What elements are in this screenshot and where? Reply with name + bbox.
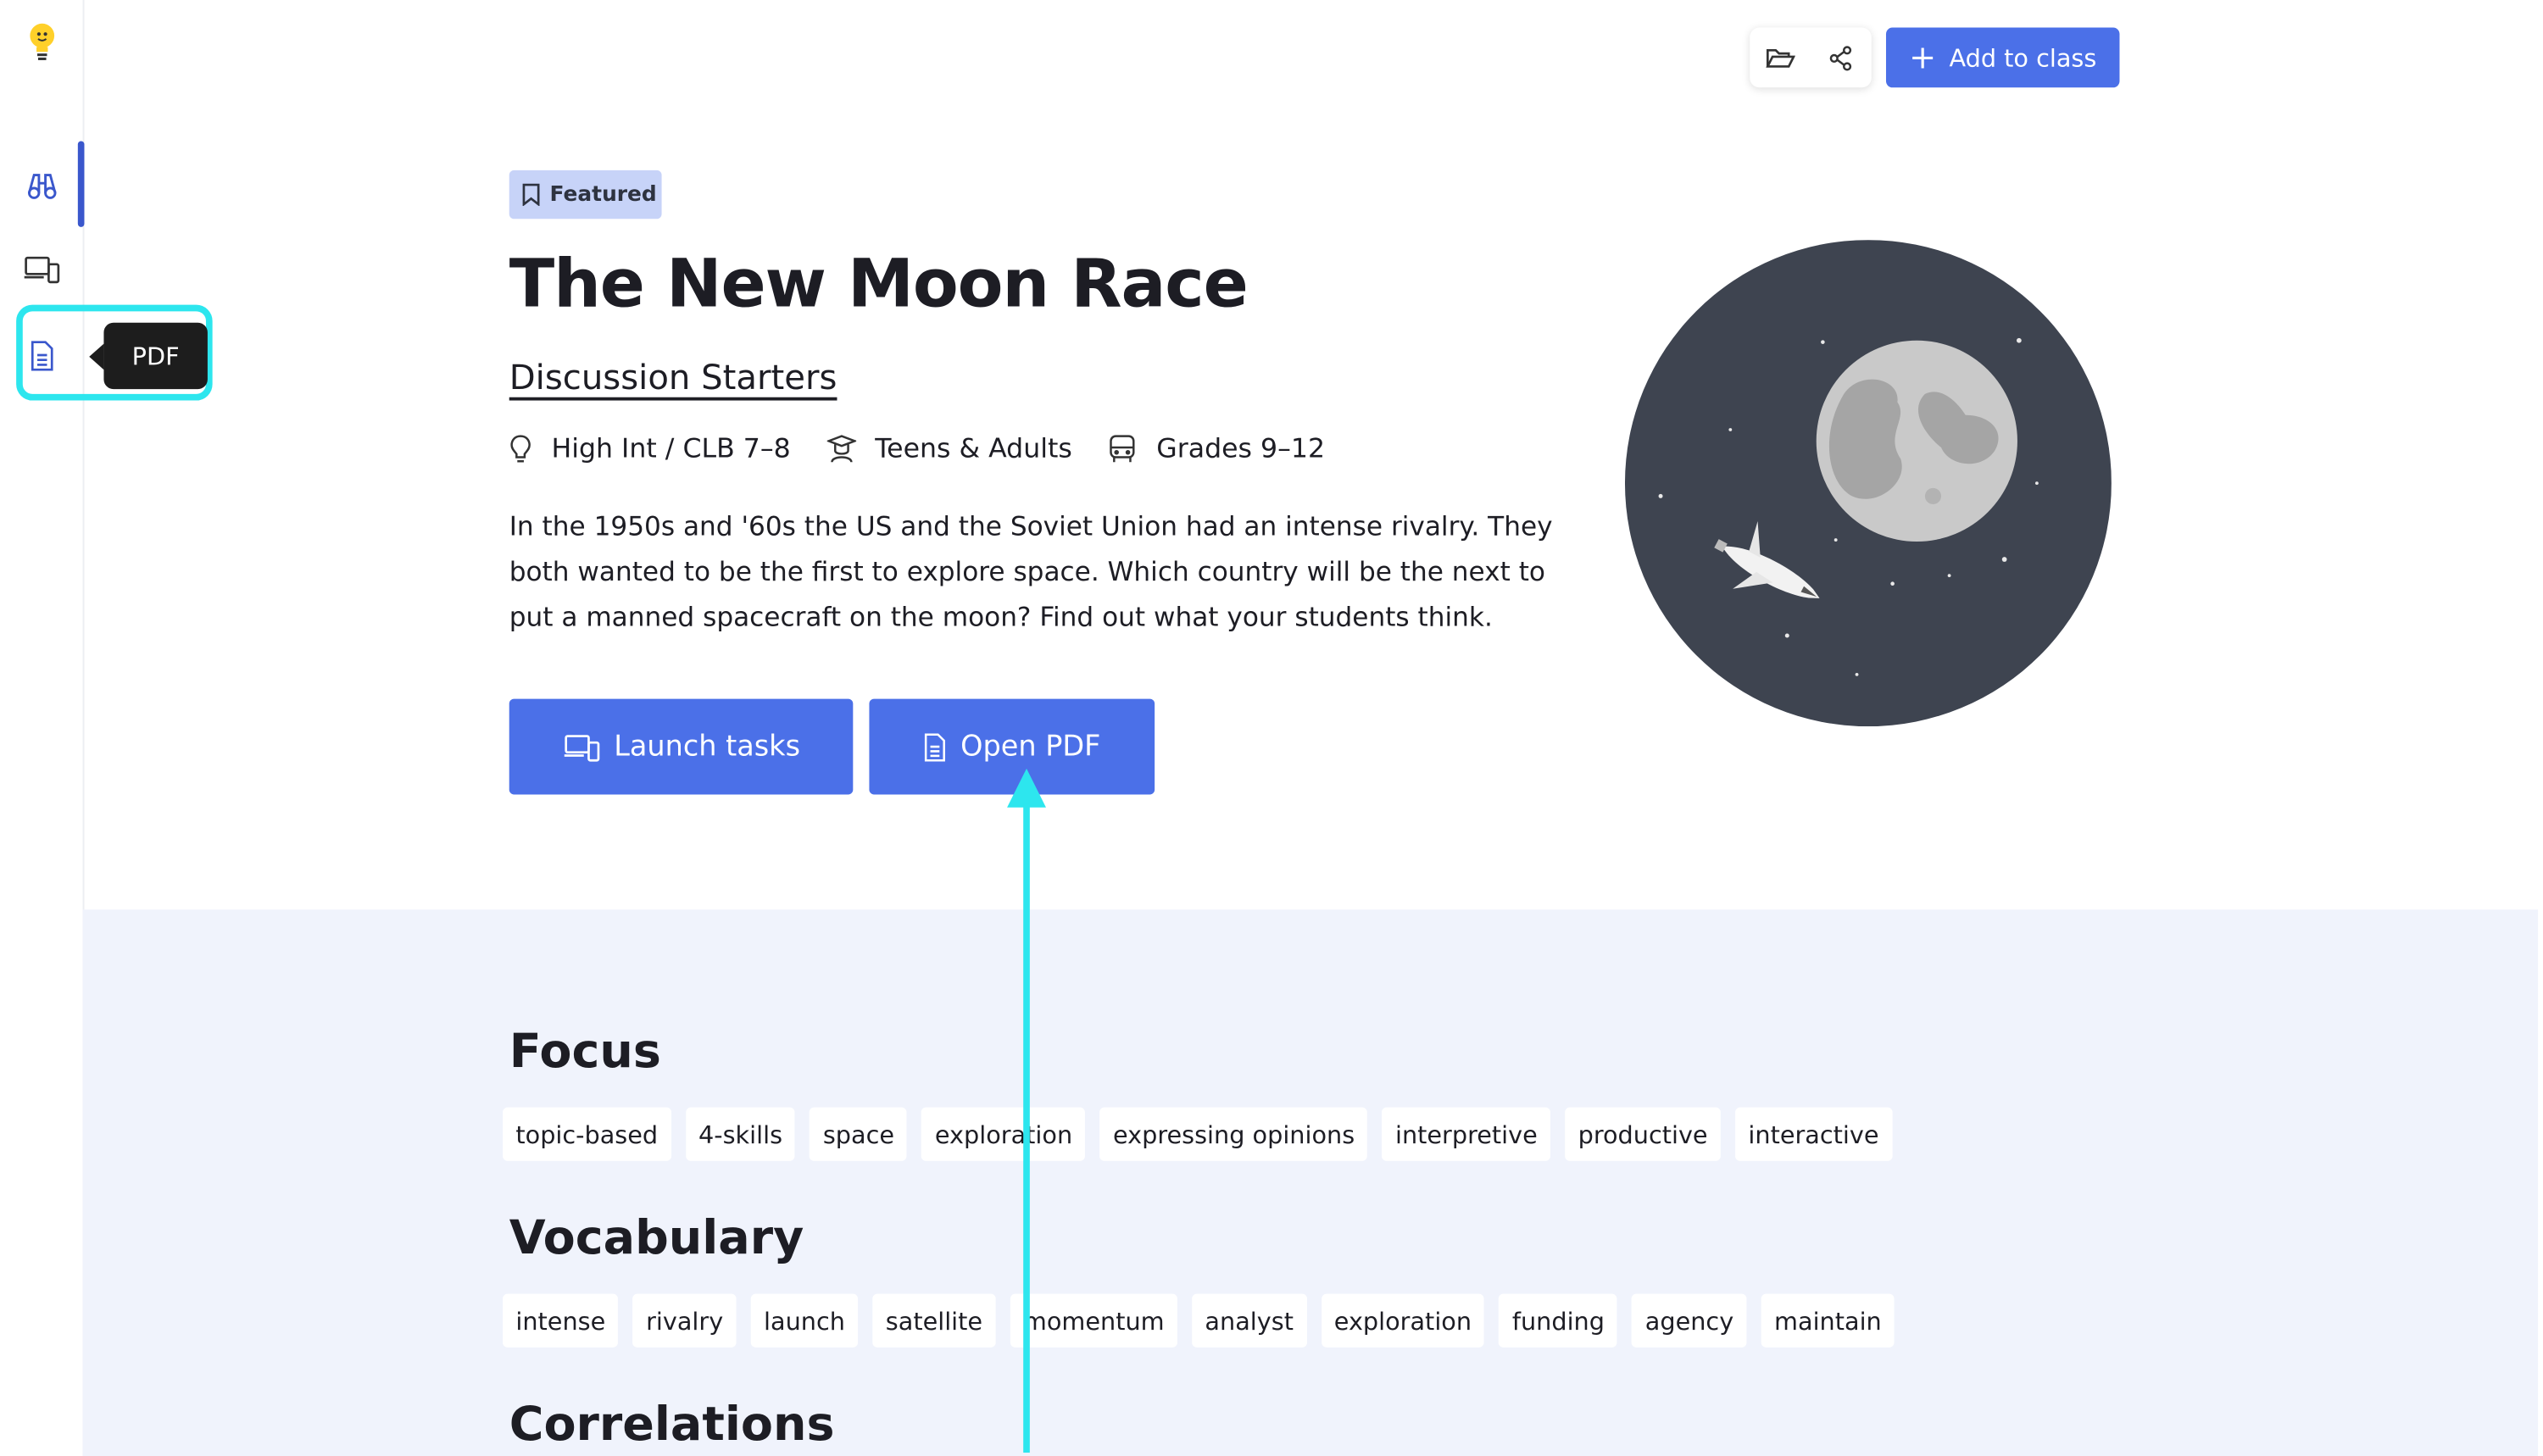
share-button[interactable] [1810, 28, 1870, 88]
binoculars-icon [27, 174, 56, 199]
devices-icon [23, 256, 59, 284]
vocabulary-tag[interactable]: rivalry [632, 1293, 737, 1348]
focus-tag[interactable]: expressing opinions [1099, 1107, 1368, 1161]
vocabulary-heading: Vocabulary [509, 1209, 804, 1265]
focus-tags: topic-based 4-skills space exploration e… [503, 1107, 1892, 1161]
folder-button[interactable] [1750, 28, 1810, 88]
vocabulary-tag[interactable]: analyst [1192, 1293, 1307, 1348]
vocabulary-tag[interactable]: agency [1632, 1293, 1747, 1348]
vocabulary-tags: intense rivalry launch satellite momentu… [503, 1293, 1895, 1348]
sidebar [0, 0, 85, 1456]
lesson-description: In the 1950s and '60s the US and the Sov… [509, 510, 1553, 633]
vocabulary-tag[interactable]: satellite [872, 1293, 996, 1348]
focus-tag[interactable]: interactive [1735, 1107, 1892, 1161]
arrow-annotation [1007, 768, 1046, 1453]
vocabulary-tag[interactable]: funding [1499, 1293, 1618, 1348]
sidebar-item-explore[interactable] [0, 142, 83, 226]
share-icon [1828, 45, 1851, 70]
audience-meta: Teens & Adults [826, 433, 1072, 464]
focus-tag[interactable]: productive [1565, 1107, 1721, 1161]
focus-tag[interactable]: interpretive [1382, 1107, 1551, 1161]
devices-icon [563, 734, 599, 761]
add-to-class-label: Add to class [1949, 42, 2097, 73]
logo[interactable] [0, 0, 83, 84]
sidebar-active-indicator [77, 141, 85, 227]
lightbulb-icon [510, 434, 531, 462]
audience-text: Teens & Adults [875, 432, 1072, 464]
launch-tasks-button[interactable]: Launch tasks [509, 698, 854, 795]
featured-label: Featured [549, 182, 657, 207]
sidebar-item-tasks[interactable] [0, 227, 83, 311]
focus-tag[interactable]: topic-based [503, 1107, 671, 1161]
pdf-tooltip: PDF [89, 322, 208, 390]
toolbar-group [1750, 27, 1872, 88]
focus-tag[interactable]: space [810, 1107, 908, 1161]
grades-text: Grades 9–12 [1156, 432, 1326, 464]
collection-link[interactable]: Discussion Starters [509, 358, 837, 397]
level-text: High Int / CLB 7–8 [551, 432, 791, 464]
app-screen: PDF + Add to class Featured The New Moon [0, 0, 2539, 1456]
add-to-class-button[interactable]: + Add to class [1885, 27, 2120, 88]
document-icon [925, 732, 946, 761]
vocabulary-tag[interactable]: launch [750, 1293, 859, 1348]
launch-tasks-label: Launch tasks [614, 730, 801, 764]
moon-illustration [1624, 240, 2112, 727]
bookmark-icon [522, 183, 540, 206]
vocabulary-tag[interactable]: maintain [1761, 1293, 1895, 1348]
details-section [82, 909, 2539, 1456]
focus-tag[interactable]: exploration [921, 1107, 1086, 1161]
school-bus-icon [1110, 434, 1135, 462]
vocabulary-tag[interactable]: intense [503, 1293, 619, 1348]
folder-open-icon [1765, 48, 1795, 67]
plus-icon: + [1909, 36, 1937, 75]
focus-heading: Focus [509, 1023, 661, 1079]
focus-tag[interactable]: 4-skills [685, 1107, 796, 1161]
vocabulary-tag[interactable]: exploration [1321, 1293, 1485, 1348]
correlations-heading: Correlations [509, 1396, 835, 1452]
open-pdf-label: Open PDF [960, 730, 1101, 764]
level-meta: High Int / CLB 7–8 [509, 433, 791, 464]
grades-meta: Grades 9–12 [1108, 433, 1325, 464]
graduate-icon [826, 434, 856, 462]
featured-badge: Featured [509, 169, 662, 220]
page-title: The New Moon Race [509, 244, 1249, 323]
lesson-meta: High Int / CLB 7–8 Teens & Adults Grades… [509, 433, 1361, 464]
lightbulb-logo-icon [29, 23, 54, 60]
